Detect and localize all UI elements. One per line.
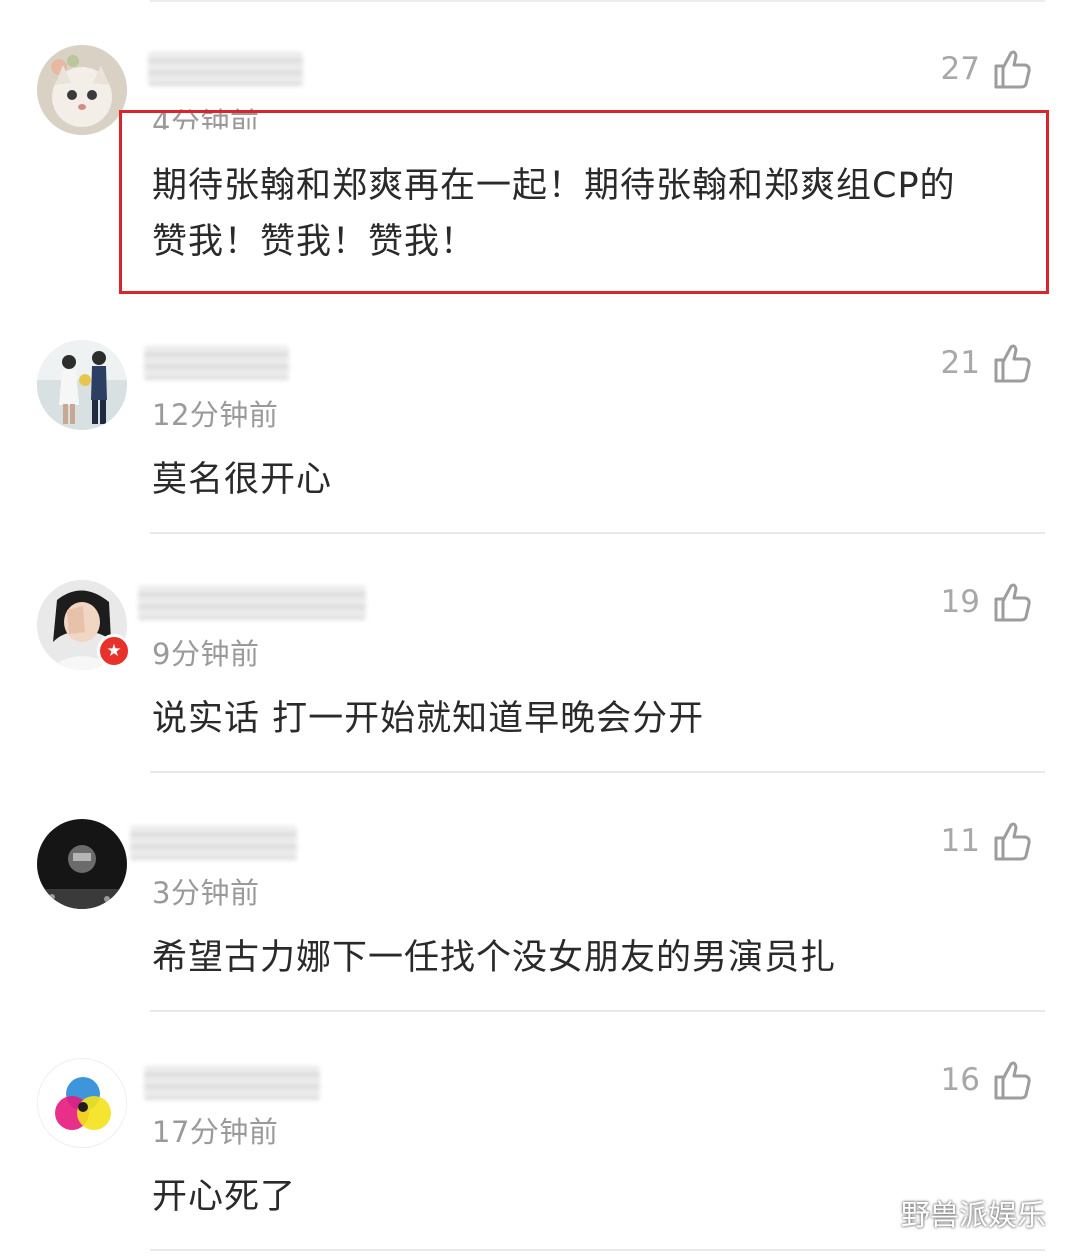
avatar[interactable] [37, 45, 127, 135]
top-divider [150, 0, 1045, 2]
comment-text-line: 莫名很开心 [152, 460, 333, 500]
like-button[interactable]: 11 [941, 820, 1032, 862]
thumbs-up-icon [994, 50, 1031, 89]
like-count: 27 [940, 51, 980, 87]
comment-text-line: 希望古力娜下一任找个没女朋友的男演员扎 [152, 938, 837, 978]
divider [150, 771, 1045, 773]
comment-text: 说实话 打一开始就知道早晚会分开 [152, 691, 704, 747]
like-button[interactable]: 21 [941, 342, 1032, 384]
divider [150, 1010, 1045, 1012]
comment-text: 希望古力娜下一任找个没女朋友的男演员扎 [152, 930, 836, 986]
comment-text-line: 说实话 打一开始就知道早晚会分开 [152, 699, 705, 739]
avatar[interactable] [37, 1058, 127, 1148]
thumbs-up-icon [994, 344, 1031, 383]
avatar[interactable] [37, 819, 127, 909]
like-button[interactable]: 16 [941, 1059, 1032, 1101]
divider [150, 1249, 1045, 1251]
verified-badge: ★ [97, 634, 131, 668]
comment-text: 莫名很开心 [152, 452, 332, 508]
comment-time: 3分钟前 [152, 876, 260, 910]
like-count: 11 [940, 823, 980, 859]
comment-text: 开心死了 [152, 1169, 296, 1225]
divider [150, 532, 1045, 534]
comment-time: 17分钟前 [152, 1115, 279, 1149]
avatar[interactable] [37, 340, 127, 430]
like-count: 19 [940, 584, 980, 620]
comment-time: 12分钟前 [152, 398, 279, 432]
like-count: 21 [940, 345, 980, 381]
like-count: 16 [940, 1062, 980, 1098]
thumbs-up-icon [994, 1061, 1031, 1100]
username-redacted [138, 586, 366, 620]
username-redacted [130, 826, 297, 860]
thumbs-up-icon [994, 583, 1031, 622]
like-button[interactable]: 27 [941, 48, 1032, 90]
watermark: 野兽派娱乐 [851, 1192, 1046, 1234]
username-redacted [148, 52, 303, 86]
like-button[interactable]: 19 [941, 581, 1032, 623]
comment-text-line: 开心死了 [152, 1177, 297, 1217]
highlight-box [119, 110, 1049, 294]
watermark-text: 野兽派娱乐 [900, 1198, 1046, 1232]
username-redacted [144, 1066, 320, 1100]
thumbs-up-icon [994, 822, 1031, 861]
username-redacted [144, 346, 289, 380]
comment-time: 9分钟前 [152, 637, 260, 671]
wechat-icon [851, 1196, 892, 1228]
